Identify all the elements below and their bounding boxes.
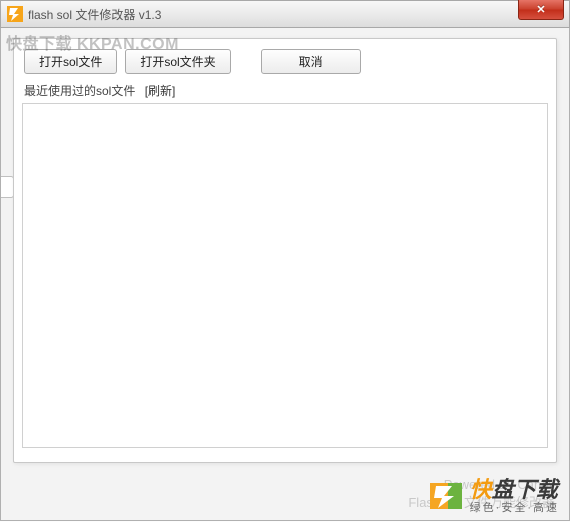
recent-files-header: 最近使用过的sol文件 [刷新]: [14, 80, 556, 103]
toolbar: 打开sol文件 打开sol文件夹 取消: [14, 39, 556, 80]
app-icon: [7, 6, 23, 22]
brand-text: 快 盘下载 绿色·安全·高速: [470, 478, 559, 513]
main-panel: 打开sol文件 打开sol文件夹 取消 最近使用过的sol文件 [刷新]: [13, 38, 557, 463]
refresh-link[interactable]: [刷新]: [145, 84, 176, 98]
brand-rest: 盘下载: [492, 478, 558, 502]
close-icon: ✕: [536, 3, 545, 16]
brand-highlight: 快: [470, 478, 492, 502]
open-sol-folder-button[interactable]: 打开sol文件夹: [125, 49, 230, 74]
brand-logo-icon: [428, 478, 464, 514]
brand-subtitle: 绿色·安全·高速: [470, 502, 559, 514]
open-sol-file-button[interactable]: 打开sol文件: [24, 49, 117, 74]
window-body: 打开sol文件 打开sol文件夹 取消 最近使用过的sol文件 [刷新] Pow…: [0, 28, 570, 521]
close-button[interactable]: ✕: [518, 0, 564, 20]
recent-files-label: 最近使用过的sol文件: [24, 84, 135, 98]
brand-title: 快 盘下载: [470, 478, 559, 502]
recent-files-list[interactable]: [22, 103, 548, 448]
footer-brand: 快 盘下载 绿色·安全·高速: [428, 478, 559, 514]
titlebar: flash sol 文件修改器 v1.3 ✕: [0, 0, 570, 28]
cancel-button[interactable]: 取消: [261, 49, 361, 74]
window-title: flash sol 文件修改器 v1.3: [28, 6, 161, 23]
